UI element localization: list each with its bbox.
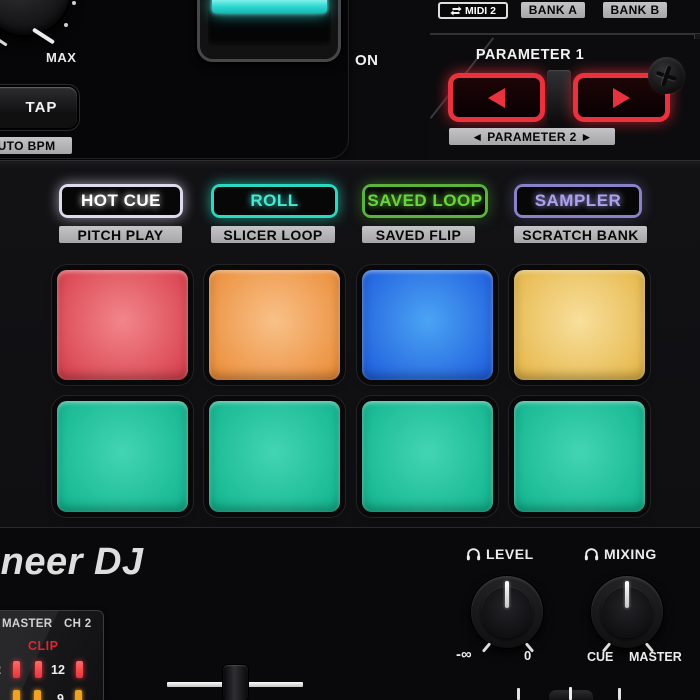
pad-6[interactable]	[209, 401, 340, 512]
knob-pointer	[505, 581, 509, 608]
mixing-cue-label: CUE	[587, 650, 613, 664]
parameter-button-divider	[547, 70, 571, 125]
pad-2[interactable]	[209, 270, 340, 380]
parameter-2-label: ◄ PARAMETER 2 ►	[449, 128, 615, 145]
roll-mode-button[interactable]: ROLL	[211, 184, 338, 218]
slicer-loop-label: SLICER LOOP	[211, 226, 335, 243]
channel-fader-handle[interactable]	[223, 665, 248, 700]
meter-channel-label: CH 2	[64, 618, 91, 630]
knob-pointer	[569, 687, 572, 700]
paddle-on-label: ON	[355, 52, 379, 69]
meter-master-label: MASTER	[2, 618, 52, 630]
saved-flip-label: SAVED FLIP	[362, 226, 475, 243]
level-min-label: -∞	[456, 646, 472, 663]
roll-label: ROLL	[214, 187, 335, 215]
pad-5[interactable]	[57, 401, 188, 512]
mixing-label: MIXING	[604, 546, 657, 562]
pad-3[interactable]	[362, 270, 493, 380]
parameter-left-button[interactable]	[448, 73, 545, 122]
headphones-icon	[466, 547, 481, 561]
pad-4[interactable]	[514, 270, 645, 380]
sampler-label: SAMPLER	[517, 187, 639, 215]
hot-cue-mode-button[interactable]: HOT CUE	[59, 184, 183, 218]
parameter-1-title: PARAMETER 1	[450, 47, 610, 63]
mixing-master-label: MASTER	[629, 650, 682, 664]
tap-button[interactable]: TAP	[0, 87, 77, 128]
scratch-bank-label: SCRATCH BANK	[514, 226, 647, 243]
meter-clip-label: CLIP	[28, 639, 58, 653]
knob-scale-dot	[72, 1, 76, 5]
max-label: MAX	[46, 50, 76, 65]
meter-led-red	[13, 661, 20, 678]
hot-cue-label: HOT CUE	[62, 187, 180, 215]
pad-8[interactable]	[514, 401, 645, 512]
meter-led-red	[76, 661, 83, 678]
pad-7[interactable]	[362, 401, 493, 512]
headphone-mixing-label-group: MIXING	[584, 546, 657, 562]
meter-led-orange	[75, 690, 82, 700]
knob-scale-dot	[64, 23, 68, 27]
meter-led-orange	[13, 690, 20, 700]
parameter-left-face	[453, 78, 540, 117]
level-label: LEVEL	[486, 546, 534, 562]
pitch-play-label: PITCH PLAY	[59, 226, 182, 243]
left-arrow-icon	[488, 88, 505, 108]
pad-1[interactable]	[57, 270, 188, 380]
saved-loop-label: SAVED LOOP	[365, 187, 485, 215]
meter-scale-12-channel: 12	[51, 663, 65, 677]
midi-2-button[interactable]: MIDI 2	[438, 2, 508, 19]
midi-2-label: MIDI 2	[465, 5, 496, 17]
fx-paddle-light	[212, 0, 327, 13]
bank-b-label: BANK B	[603, 2, 667, 18]
panel-seam	[430, 33, 700, 35]
headphone-level-label-group: LEVEL	[466, 546, 534, 562]
right-arrow-icon	[613, 88, 630, 108]
knob-tick	[618, 688, 621, 700]
djm-mixer-panel: MAX TAP AUTO BPM ON MIDI 2 BANK A BANK B…	[0, 0, 700, 700]
pioneer-dj-logo: Pioneer DJ	[0, 541, 144, 584]
meter-led-red	[35, 661, 42, 678]
level-max-label: 0	[524, 648, 531, 663]
bank-a-label: BANK A	[521, 2, 585, 18]
sampler-mode-button[interactable]: SAMPLER	[514, 184, 642, 218]
meter-scale-12-master: 12	[0, 663, 1, 677]
knob-pointer	[625, 581, 629, 608]
loop-arrows-icon	[450, 5, 462, 17]
headphones-icon	[584, 547, 599, 561]
knob-tick	[517, 688, 520, 700]
meter-led-orange	[34, 690, 41, 700]
saved-loop-mode-button[interactable]: SAVED LOOP	[362, 184, 488, 218]
auto-bpm-label: AUTO BPM	[0, 137, 72, 154]
screw-icon	[648, 57, 685, 94]
meter-scale-9: 9	[57, 692, 64, 700]
